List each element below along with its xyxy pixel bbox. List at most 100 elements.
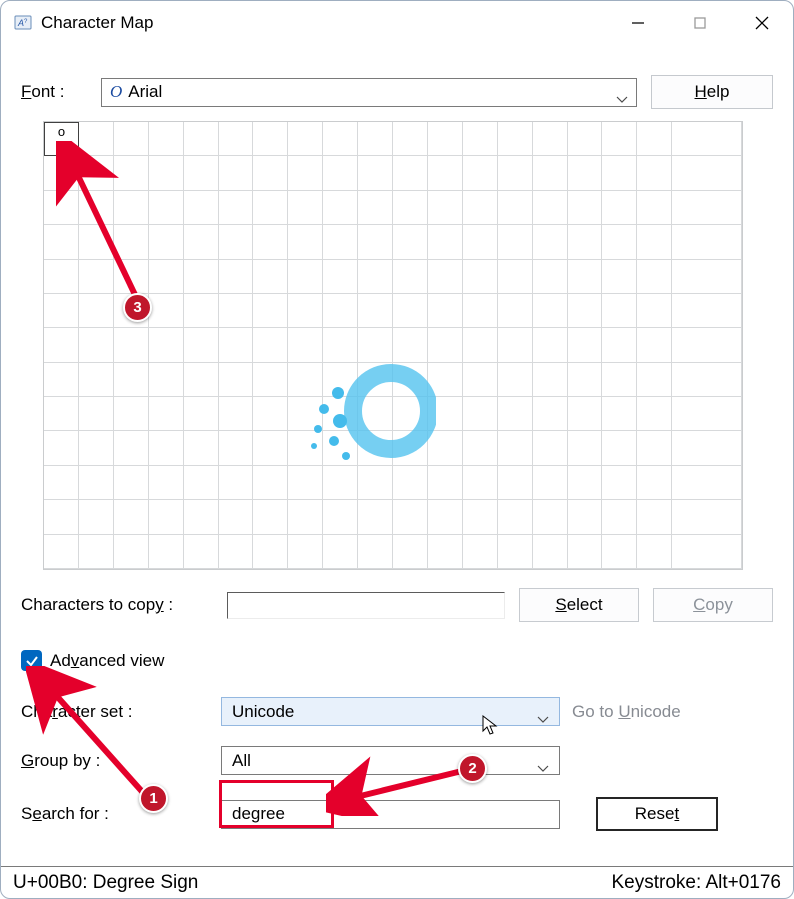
grid-cell[interactable] bbox=[428, 535, 463, 569]
grid-cell[interactable] bbox=[498, 431, 533, 465]
select-button[interactable]: Select bbox=[519, 588, 639, 622]
grid-cell[interactable] bbox=[44, 156, 79, 190]
grid-cell[interactable] bbox=[568, 328, 603, 362]
grid-cell[interactable] bbox=[358, 122, 393, 156]
grid-cell[interactable] bbox=[428, 500, 463, 534]
grid-cell[interactable] bbox=[44, 294, 79, 328]
grid-cell[interactable] bbox=[602, 431, 637, 465]
grid-cell[interactable] bbox=[253, 397, 288, 431]
grid-cell[interactable] bbox=[498, 397, 533, 431]
grid-cell[interactable] bbox=[323, 122, 358, 156]
grid-cell[interactable] bbox=[184, 466, 219, 500]
grid-cell[interactable] bbox=[323, 466, 358, 500]
grid-cell[interactable] bbox=[602, 500, 637, 534]
grid-cell[interactable] bbox=[393, 191, 428, 225]
grid-cell[interactable] bbox=[114, 363, 149, 397]
grid-cell[interactable] bbox=[288, 225, 323, 259]
grid-cell[interactable] bbox=[79, 431, 114, 465]
grid-cell[interactable] bbox=[533, 294, 568, 328]
grid-cell[interactable] bbox=[79, 363, 114, 397]
grid-cell[interactable] bbox=[568, 156, 603, 190]
grid-cell[interactable] bbox=[323, 328, 358, 362]
grid-cell[interactable] bbox=[323, 431, 358, 465]
grid-cell[interactable] bbox=[498, 328, 533, 362]
grid-cell[interactable] bbox=[219, 294, 254, 328]
grid-cell[interactable] bbox=[707, 397, 742, 431]
grid-cell[interactable] bbox=[707, 431, 742, 465]
grid-cell[interactable] bbox=[498, 260, 533, 294]
grid-cell[interactable] bbox=[79, 535, 114, 569]
grid-cell[interactable] bbox=[672, 431, 707, 465]
grid-cell[interactable] bbox=[498, 191, 533, 225]
grid-cell[interactable] bbox=[149, 294, 184, 328]
grid-cell[interactable] bbox=[44, 500, 79, 534]
grid-cell[interactable] bbox=[79, 500, 114, 534]
grid-cell[interactable] bbox=[149, 431, 184, 465]
grid-cell[interactable] bbox=[393, 535, 428, 569]
grid-cell[interactable] bbox=[428, 191, 463, 225]
grid-cell[interactable] bbox=[637, 225, 672, 259]
grid-cell[interactable] bbox=[393, 431, 428, 465]
grid-cell[interactable] bbox=[428, 294, 463, 328]
grid-cell[interactable] bbox=[219, 156, 254, 190]
grid-cell[interactable] bbox=[637, 431, 672, 465]
grid-cell[interactable] bbox=[219, 260, 254, 294]
grid-cell[interactable] bbox=[44, 466, 79, 500]
grid-cell[interactable] bbox=[463, 122, 498, 156]
grid-cell[interactable] bbox=[44, 260, 79, 294]
grid-cell[interactable] bbox=[288, 260, 323, 294]
grid-cell[interactable] bbox=[637, 260, 672, 294]
grid-cell[interactable] bbox=[602, 191, 637, 225]
grid-cell[interactable] bbox=[358, 363, 393, 397]
grid-cell[interactable] bbox=[637, 294, 672, 328]
grid-cell[interactable] bbox=[672, 156, 707, 190]
grid-cell[interactable] bbox=[463, 535, 498, 569]
font-select[interactable]: O Arial bbox=[101, 78, 637, 107]
grid-cell[interactable] bbox=[358, 535, 393, 569]
grid-cell[interactable] bbox=[428, 431, 463, 465]
grid-cell[interactable] bbox=[79, 397, 114, 431]
grid-cell[interactable] bbox=[114, 225, 149, 259]
grid-cell[interactable] bbox=[184, 225, 219, 259]
grid-cell[interactable] bbox=[358, 294, 393, 328]
grid-cell[interactable] bbox=[323, 225, 358, 259]
grid-cell[interactable] bbox=[707, 122, 742, 156]
grid-cell[interactable] bbox=[114, 500, 149, 534]
grid-cell[interactable] bbox=[219, 535, 254, 569]
grid-cell[interactable] bbox=[393, 363, 428, 397]
grid-cell[interactable] bbox=[637, 156, 672, 190]
grid-cell[interactable] bbox=[602, 363, 637, 397]
grid-cell[interactable] bbox=[707, 260, 742, 294]
grid-cell[interactable] bbox=[602, 156, 637, 190]
grid-cell[interactable] bbox=[79, 191, 114, 225]
grid-cell[interactable] bbox=[114, 535, 149, 569]
grid-cell[interactable] bbox=[79, 294, 114, 328]
grid-cell[interactable] bbox=[114, 431, 149, 465]
grid-cell[interactable] bbox=[288, 294, 323, 328]
grid-cell[interactable] bbox=[568, 431, 603, 465]
grid-cell[interactable] bbox=[253, 363, 288, 397]
grid-cell[interactable] bbox=[253, 500, 288, 534]
grid-cell[interactable] bbox=[533, 191, 568, 225]
grid-cell[interactable] bbox=[498, 156, 533, 190]
grid-cell[interactable] bbox=[602, 466, 637, 500]
grid-cell[interactable] bbox=[79, 122, 114, 156]
grid-cell[interactable] bbox=[602, 122, 637, 156]
grid-cell[interactable] bbox=[637, 122, 672, 156]
grid-cell[interactable] bbox=[463, 363, 498, 397]
grid-cell[interactable] bbox=[288, 535, 323, 569]
grid-cell[interactable] bbox=[637, 191, 672, 225]
grid-cell[interactable] bbox=[149, 225, 184, 259]
grid-cell[interactable] bbox=[428, 466, 463, 500]
grid-cell[interactable] bbox=[323, 535, 358, 569]
grid-cell[interactable] bbox=[498, 466, 533, 500]
grid-cell[interactable] bbox=[393, 260, 428, 294]
reset-button[interactable]: Reset bbox=[596, 797, 718, 831]
grid-cell[interactable] bbox=[114, 156, 149, 190]
charset-select[interactable]: Unicode bbox=[221, 697, 560, 726]
grid-cell[interactable] bbox=[602, 535, 637, 569]
grid-cell[interactable] bbox=[498, 122, 533, 156]
grid-cell[interactable] bbox=[533, 122, 568, 156]
grid-cell[interactable] bbox=[393, 156, 428, 190]
grid-cell[interactable] bbox=[707, 466, 742, 500]
